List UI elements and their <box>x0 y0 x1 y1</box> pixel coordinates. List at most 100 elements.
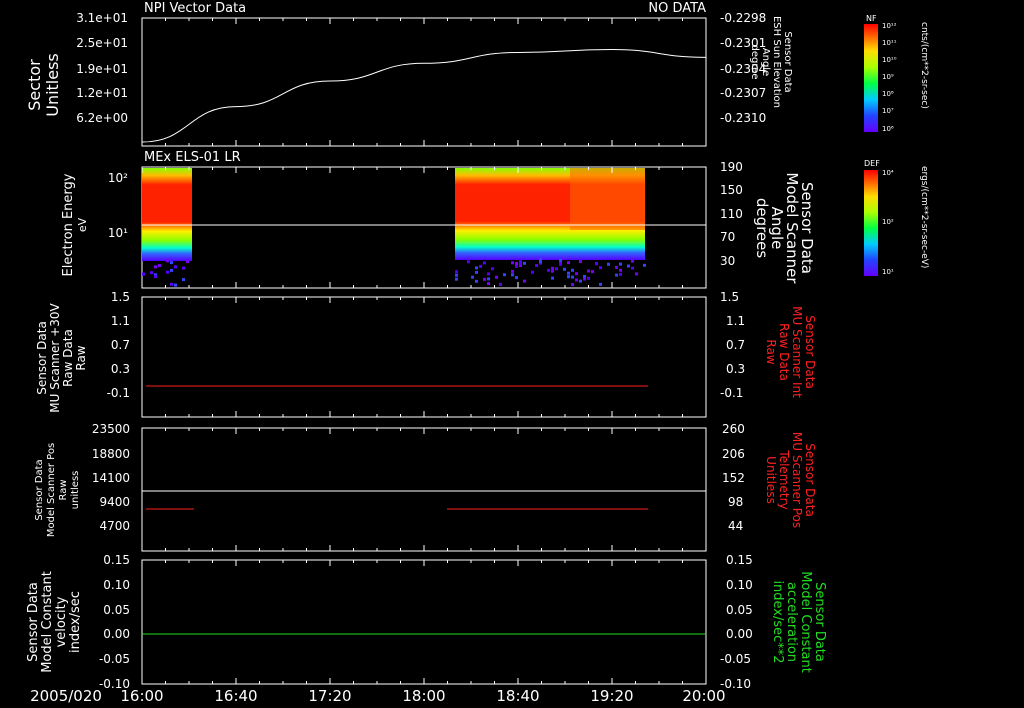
p4-ylabel-left-4: unitless <box>70 471 81 510</box>
p3-ylabel-right-4: Raw <box>764 339 778 364</box>
sun-elevation-line <box>141 49 707 143</box>
spectrogram-dot <box>455 277 458 281</box>
spectrogram-dot <box>503 273 506 277</box>
spectrogram-dot <box>170 268 173 272</box>
spectrogram-dot <box>539 260 542 264</box>
p4-ylabel-left-3: Raw <box>58 479 69 500</box>
time-tick: 16:00 <box>120 687 163 705</box>
spectrogram-dot <box>511 261 514 265</box>
p5-left-tick: 0.15 <box>103 553 130 567</box>
p5-ylabel-left-3: velocity <box>54 596 69 647</box>
spectrogram-dot <box>186 260 189 264</box>
p5-ylabel-left-2: Model Constant <box>40 571 55 673</box>
spectrogram-dot <box>583 277 586 281</box>
spectrogram-dot <box>595 262 598 266</box>
p4-left-tick: 18800 <box>92 447 130 461</box>
spectrogram-dot <box>631 259 634 263</box>
p4-ylabel-right-2: MU Scanner Pos <box>790 432 804 528</box>
spectrogram-dot <box>571 275 574 279</box>
spectrogram-dot <box>475 266 478 270</box>
p2-right-tick: 150 <box>720 183 743 197</box>
p4-ylabel-left-1: Sensor Data <box>34 459 45 520</box>
spectrogram-dot <box>535 264 538 267</box>
p4-right-tick: 260 <box>722 422 745 436</box>
spectrogram-dot <box>567 261 570 265</box>
spectrogram-dot <box>615 273 618 277</box>
p4-left-tick: 9400 <box>99 495 130 509</box>
spectrogram-dot <box>519 260 522 264</box>
time-tick: 19:20 <box>590 687 633 705</box>
spectrogram-dot <box>571 283 574 287</box>
spectrogram-dot <box>559 258 562 262</box>
p5-left-tick: 0.10 <box>103 578 130 592</box>
spectrogram-dot <box>154 275 157 279</box>
cb2-tick: 10¹ <box>882 268 894 276</box>
panel1-frame <box>141 17 707 147</box>
p2-right-tick: 30 <box>720 254 735 268</box>
p5-ylabel-right-3: acceleration <box>784 582 799 662</box>
spectrogram-dot <box>455 270 458 274</box>
spectrogram-dot <box>631 266 634 270</box>
spectrogram-dot <box>567 271 570 275</box>
p4-ylabel-right-4: Unitless <box>764 456 778 504</box>
p3-ylabel-right-3: Raw Data <box>777 323 791 381</box>
p1-right-tick: -0.2307 <box>720 86 766 100</box>
p5-right-tick: 0.10 <box>726 578 753 592</box>
p3-ylabel-left-1: Sensor Data <box>35 321 49 395</box>
spectrogram-dot <box>587 269 590 273</box>
spectrogram-dot <box>479 264 482 268</box>
p3-right-tick: 1.5 <box>720 290 739 304</box>
p5-right-tick: 0.05 <box>726 603 753 617</box>
p4-right-tick: 152 <box>722 471 745 485</box>
panel5-frame <box>141 559 707 685</box>
spectrogram-dot <box>599 266 602 270</box>
p5-right-tick: 0.00 <box>726 627 753 641</box>
spectrogram-dot <box>547 268 550 272</box>
spectrogram-dot <box>635 272 638 276</box>
spectrogram <box>142 168 646 287</box>
p2-right-tick: 110 <box>720 207 743 221</box>
p3-left-tick: 1.5 <box>111 290 130 304</box>
p2-left-tick: 10² <box>108 171 128 185</box>
p1-left-tick: 6.2e+00 <box>76 111 128 125</box>
colorbar-def <box>864 170 878 276</box>
spectrogram-dot <box>599 282 602 286</box>
p1-left-tick: 1.2e+01 <box>76 86 128 100</box>
spectrogram-dot <box>575 278 578 282</box>
colorbar-nf-unit: cnts/(cm**2-sr-sec) <box>919 22 929 109</box>
no-data-label: NO DATA <box>648 1 706 16</box>
spectrogram-dot <box>559 262 562 266</box>
p5-ylabel-right-4: index/sec**2 <box>770 580 785 663</box>
spectrogram-dot <box>551 269 554 273</box>
spectrogram-dot <box>587 276 590 280</box>
p3-ylabel-right-1: Sensor Data <box>803 315 817 389</box>
spectrogram-dot <box>150 271 153 275</box>
p4-right-tick: 206 <box>722 447 745 461</box>
p5-left-tick: 0.00 <box>103 627 130 641</box>
p5-left-tick: -0.05 <box>99 652 130 666</box>
p5-ylabel-left-4: index/sec <box>68 591 83 653</box>
spectrogram-dot <box>567 275 570 279</box>
spectrogram-dot <box>551 276 554 280</box>
spectrogram-dot <box>166 259 169 263</box>
spectrogram-dot <box>551 266 554 270</box>
spectrogram-dot <box>166 270 169 274</box>
spectrogram-dot <box>511 269 514 273</box>
spectrogram-dot <box>154 265 157 269</box>
p2-ylabel-left-2: eV <box>76 217 89 232</box>
header-title: NPI Vector Data <box>144 1 246 16</box>
p1-ylabel-right-3: Angle <box>760 48 771 76</box>
spectrogram-dot <box>174 283 177 287</box>
spectrogram-block-1 <box>142 168 192 261</box>
p1-ylabel-left-2: Unitless <box>43 53 62 117</box>
p3-right-tick: 0.3 <box>726 362 745 376</box>
spectrogram-dot <box>475 279 478 283</box>
spectrogram-dot <box>555 267 558 271</box>
p1-ylabel-right-4: degree <box>749 44 760 79</box>
spectrogram-dot <box>591 270 594 274</box>
p4-left-tick: 14100 <box>92 471 130 485</box>
cb2-tick: 10⁴ <box>882 169 894 177</box>
spectrogram-dot <box>511 273 514 277</box>
spectrogram-dot <box>170 261 173 265</box>
p4-right-tick: 44 <box>728 519 743 533</box>
